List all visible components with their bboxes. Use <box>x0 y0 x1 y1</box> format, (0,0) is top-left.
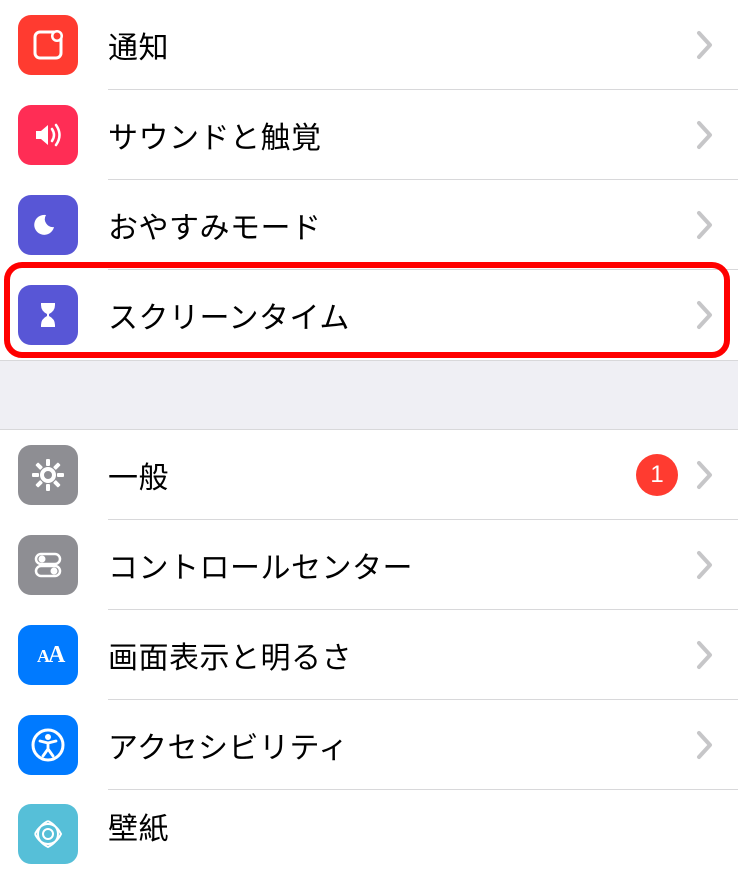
chevron-right-icon <box>696 640 714 670</box>
chevron-right-icon <box>696 460 714 490</box>
row-dnd[interactable]: おやすみモード <box>0 180 738 270</box>
row-label: 一般 <box>108 453 636 497</box>
row-label: 壁紙 <box>108 804 714 848</box>
svg-text:A: A <box>48 642 66 668</box>
chevron-right-icon <box>696 730 714 760</box>
row-label: スクリーンタイム <box>108 293 696 337</box>
sounds-icon <box>18 105 78 165</box>
row-sounds[interactable]: サウンドと触覚 <box>0 90 738 180</box>
row-label: おやすみモード <box>108 203 696 247</box>
row-label: サウンドと触覚 <box>108 113 696 157</box>
wallpaper-icon <box>18 804 78 864</box>
row-label: アクセシビリティ <box>108 723 696 767</box>
section-separator <box>0 360 738 430</box>
controlcenter-icon <box>18 535 78 595</box>
row-notifications[interactable]: 通知 <box>0 0 738 90</box>
row-wallpaper[interactable]: 壁紙 <box>0 790 738 870</box>
general-icon <box>18 445 78 505</box>
chevron-right-icon <box>696 120 714 150</box>
chevron-right-icon <box>696 30 714 60</box>
notifications-icon <box>18 15 78 75</box>
dnd-icon <box>18 195 78 255</box>
row-display[interactable]: A A 画面表示と明るさ <box>0 610 738 700</box>
screentime-icon <box>18 285 78 345</box>
row-accessibility[interactable]: アクセシビリティ <box>0 700 738 790</box>
row-general[interactable]: 一般 1 <box>0 430 738 520</box>
accessibility-icon <box>18 715 78 775</box>
settings-list: 通知 サウンドと触覚 おやすみモード ス <box>0 0 738 870</box>
display-icon: A A <box>18 625 78 685</box>
row-label: 通知 <box>108 23 696 67</box>
row-controlcenter[interactable]: コントロールセンター <box>0 520 738 610</box>
notification-badge: 1 <box>636 454 678 496</box>
row-label: コントロールセンター <box>108 543 696 587</box>
chevron-right-icon <box>696 550 714 580</box>
row-label: 画面表示と明るさ <box>108 633 696 677</box>
chevron-right-icon <box>696 210 714 240</box>
chevron-right-icon <box>696 300 714 330</box>
row-screentime[interactable]: スクリーンタイム <box>0 270 738 360</box>
